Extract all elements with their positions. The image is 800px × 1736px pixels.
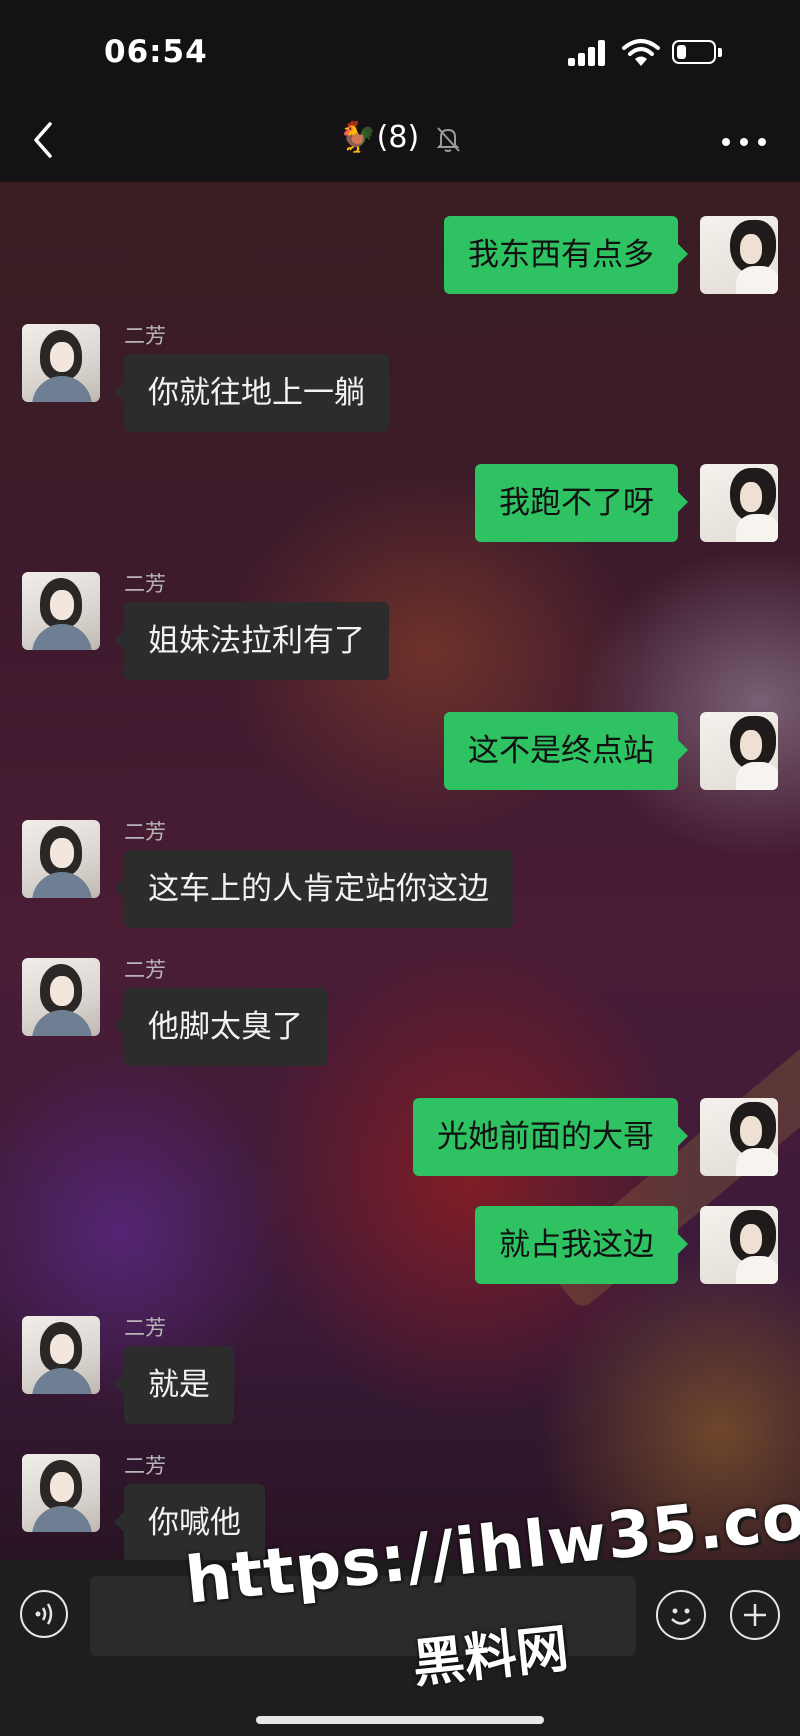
avatar-erfang[interactable] — [22, 324, 100, 402]
sender-name: 二芳 — [124, 572, 166, 596]
wifi-icon — [622, 39, 660, 66]
plus-icon — [744, 1604, 766, 1626]
message-bubble-other[interactable]: 就是 — [114, 1346, 234, 1424]
battery-level — [677, 45, 686, 59]
avatar-erfang[interactable] — [22, 572, 100, 650]
message-bubble-self[interactable]: 这不是终点站 — [444, 712, 688, 790]
avatar-self[interactable] — [700, 1098, 778, 1176]
avatar-self[interactable] — [700, 216, 778, 294]
avatar-self[interactable] — [700, 712, 778, 790]
home-indicator[interactable] — [256, 1716, 544, 1724]
more-options-button[interactable] — [722, 136, 768, 148]
battery-icon — [672, 40, 724, 66]
voice-input-button[interactable] — [20, 1590, 68, 1638]
voice-icon — [35, 1603, 53, 1625]
avatar-erfang[interactable] — [22, 1454, 100, 1532]
emoji-button[interactable] — [656, 1590, 706, 1640]
status-time: 06:54 — [104, 34, 208, 70]
avatar-erfang[interactable] — [22, 820, 100, 898]
status-bar: 06:54 — [0, 0, 800, 100]
sender-name: 二芳 — [124, 958, 166, 982]
bell-off-icon — [436, 126, 460, 152]
more-functions-button[interactable] — [730, 1590, 780, 1640]
message-bubble-self[interactable]: 就占我这边 — [475, 1206, 688, 1284]
message-bubble-self[interactable]: 我跑不了呀 — [475, 464, 688, 542]
chat-header: 🐓(8) — [0, 100, 800, 182]
avatar-erfang[interactable] — [22, 958, 100, 1036]
message-bubble-self[interactable]: 我东西有点多 — [444, 216, 688, 294]
avatar-erfang[interactable] — [22, 1316, 100, 1394]
message-bubble-other[interactable]: 他脚太臭了 — [114, 988, 327, 1066]
chat-title-area: 🐓(8) — [0, 120, 800, 155]
sender-name: 二芳 — [124, 1454, 166, 1478]
message-bubble-other[interactable]: 这车上的人肯定站你这边 — [114, 850, 513, 928]
message-bubble-other[interactable]: 你就往地上一躺 — [114, 354, 389, 432]
avatar-self[interactable] — [700, 1206, 778, 1284]
message-bubble-self[interactable]: 光她前面的大哥 — [413, 1098, 688, 1176]
cellular-signal-icon — [568, 40, 608, 66]
sender-name: 二芳 — [124, 1316, 166, 1340]
chat-title: 🐓(8) — [339, 120, 420, 155]
emoji-icon — [671, 1608, 691, 1625]
sender-name: 二芳 — [124, 324, 166, 348]
sender-name: 二芳 — [124, 820, 166, 844]
avatar-self[interactable] — [700, 464, 778, 542]
message-bubble-other[interactable]: 姐妹法拉利有了 — [114, 602, 389, 680]
